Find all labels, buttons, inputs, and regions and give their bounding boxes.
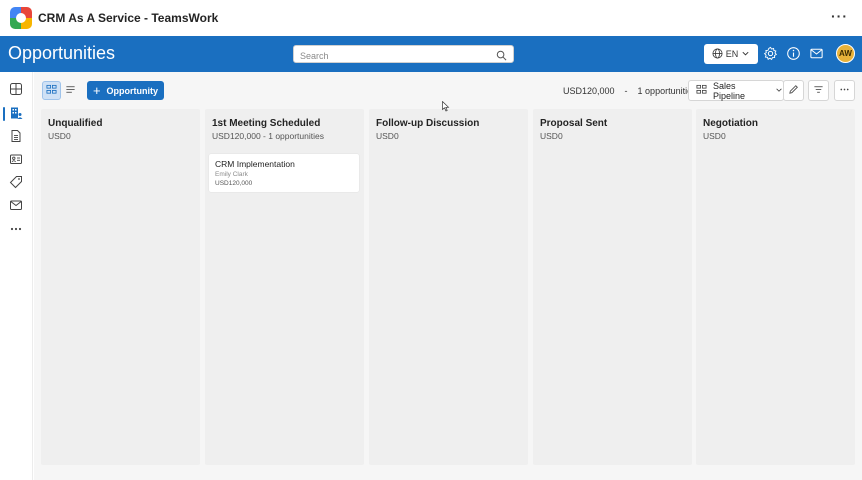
opportunity-owner: Emily Clark (215, 171, 248, 178)
stage-column: Unqualified USD0 (41, 109, 200, 465)
view-toggle (42, 81, 80, 100)
avatar[interactable]: AW (836, 44, 855, 63)
chevron-down-icon (775, 86, 783, 96)
opportunity-card[interactable]: CRM Implementation Emily Clark USD120,00… (209, 154, 359, 192)
stage-title: Unqualified (48, 118, 103, 129)
add-opportunity-label: Opportunity (106, 85, 159, 96)
globe-icon (712, 48, 723, 61)
stage-column: Negotiation USD0 (696, 109, 855, 465)
stage-title: Negotiation (703, 118, 758, 129)
stage-title: Proposal Sent (540, 118, 608, 129)
search-box[interactable] (293, 45, 514, 66)
search-input[interactable] (300, 48, 490, 64)
mail-icon[interactable] (809, 46, 825, 62)
pipeline-summary: USD120,000 - 1 opportunities (563, 86, 697, 96)
board-view-icon (46, 82, 57, 100)
settings-icon[interactable] (763, 46, 779, 62)
pipeline-icon (696, 84, 707, 97)
opportunity-title: CRM Implementation (215, 159, 295, 169)
building-person-icon[interactable] (9, 106, 24, 121)
stage-summary: USD0 (703, 131, 726, 141)
more-horizontal-icon[interactable] (9, 222, 24, 237)
grid-plus-icon[interactable] (9, 82, 24, 97)
contact-card-icon[interactable] (9, 152, 24, 167)
more-horizontal-icon (839, 82, 850, 100)
summary-total: USD120,000 (563, 86, 615, 96)
mail-icon[interactable] (9, 198, 24, 213)
stage-column: 1st Meeting Scheduled USD120,000 - 1 opp… (205, 109, 364, 465)
list-view-icon (65, 82, 76, 100)
stage-summary: USD0 (540, 131, 563, 141)
language-selector[interactable]: EN (704, 44, 758, 64)
pencil-icon (788, 82, 799, 100)
add-opportunity-button[interactable]: + Opportunity (87, 81, 164, 100)
main-content: + Opportunity USD120,000 - 1 opportuniti… (34, 72, 862, 480)
document-icon[interactable] (9, 129, 24, 144)
tag-icon[interactable] (9, 175, 24, 190)
pipeline-label: Sales Pipeline (713, 80, 746, 101)
plus-icon: + (92, 83, 101, 98)
edit-pipeline-button[interactable] (783, 80, 804, 101)
stage-title: 1st Meeting Scheduled (212, 118, 321, 129)
app-logo (10, 7, 32, 29)
active-indicator (3, 107, 5, 121)
list-view-button[interactable] (61, 81, 80, 100)
chevron-down-icon (741, 49, 750, 60)
page-title: Opportunities (8, 43, 116, 63)
search-icon[interactable] (496, 48, 507, 66)
board-view-button[interactable] (42, 81, 61, 100)
info-icon[interactable] (786, 46, 802, 62)
stage-summary: USD120,000 - 1 opportunities (212, 131, 324, 141)
left-nav-rail (0, 72, 33, 480)
more-options-icon[interactable]: ··· (831, 8, 848, 24)
filter-icon (813, 82, 824, 100)
stage-summary: USD0 (48, 131, 71, 141)
stage-column: Proposal Sent USD0 (533, 109, 692, 465)
stage-title: Follow-up Discussion (376, 118, 480, 129)
summary-separator: - (624, 86, 628, 96)
stage-summary: USD0 (376, 131, 399, 141)
language-label: EN (725, 49, 739, 59)
app-title: CRM As A Service - TeamsWork (38, 11, 219, 25)
title-bar: CRM As A Service - TeamsWork ··· (0, 0, 862, 36)
pipeline-dropdown[interactable]: Sales Pipeline (688, 80, 784, 101)
more-actions-button[interactable] (834, 80, 855, 101)
stage-column: Follow-up Discussion USD0 (369, 109, 528, 465)
page-header: Opportunities EN AW (0, 36, 862, 72)
opportunity-amount: USD120,000 (215, 180, 253, 187)
mouse-cursor-icon (442, 99, 450, 117)
filter-button[interactable] (808, 80, 829, 101)
